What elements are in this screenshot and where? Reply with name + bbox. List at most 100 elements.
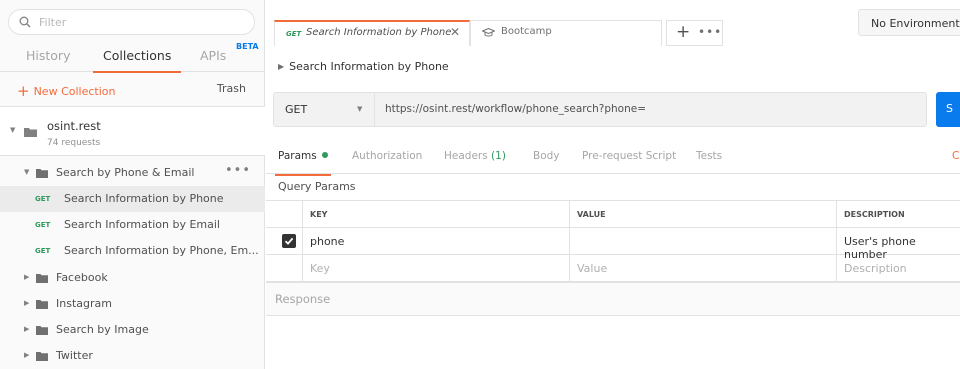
beta-badge: BETA bbox=[236, 42, 259, 51]
breadcrumb[interactable]: ▶ Search Information by Phone bbox=[278, 60, 449, 73]
folder-icon bbox=[24, 128, 37, 137]
folder-search-phone-email[interactable]: ▼ Search by Phone & Email ••• bbox=[0, 160, 265, 186]
tab-headers-label: Headers bbox=[444, 150, 488, 162]
request-label: Search Information by Phone bbox=[64, 192, 224, 205]
plus-icon: + bbox=[17, 82, 30, 100]
new-collection-label: New Collection bbox=[33, 85, 116, 98]
new-key-input[interactable]: Key bbox=[302, 255, 569, 281]
graduation-cap-icon bbox=[482, 28, 495, 37]
params-table: KEY VALUE DESCRIPTION phone User's phone… bbox=[266, 200, 960, 282]
tab-apis[interactable]: APIs BETA bbox=[200, 42, 259, 63]
tab-pre-request-script[interactable]: Pre-request Script bbox=[582, 150, 676, 162]
close-icon[interactable]: ✕ bbox=[450, 25, 460, 39]
value-placeholder: Value bbox=[577, 262, 608, 275]
param-checkbox[interactable] bbox=[282, 234, 296, 248]
param-description-cell[interactable]: User's phone number bbox=[836, 228, 960, 261]
response-panel-header[interactable]: Response bbox=[266, 282, 960, 316]
tab-history[interactable]: History bbox=[26, 48, 70, 63]
url-input[interactable]: https://osint.rest/workflow/phone_search… bbox=[385, 103, 646, 115]
request-tab-active[interactable]: GET Search Information by Phone ✕ bbox=[274, 20, 470, 46]
request-tab-bootcamp[interactable]: Bootcamp bbox=[470, 20, 662, 46]
more-icon[interactable]: ••• bbox=[698, 25, 722, 39]
trash-button[interactable]: Trash bbox=[217, 82, 246, 95]
new-tab-button[interactable]: + bbox=[676, 22, 690, 42]
sidebar: Filter History Collections APIs BETA + New… bbox=[0, 0, 265, 369]
param-key-cell[interactable]: phone bbox=[302, 228, 569, 254]
tab-tests[interactable]: Tests bbox=[696, 150, 722, 162]
tab-params-label: Params bbox=[278, 150, 317, 162]
caret-right-icon: ▶ bbox=[24, 273, 30, 281]
tab-collections[interactable]: Collections bbox=[92, 48, 182, 73]
method-badge: GET bbox=[286, 30, 302, 38]
folder-facebook[interactable]: ▶ Facebook bbox=[0, 265, 265, 291]
caret-down-icon: ▼ bbox=[10, 126, 16, 134]
method-select[interactable]: GET ▼ bbox=[274, 93, 375, 126]
main-panel: GET Search Information by Phone ✕ Bootca… bbox=[266, 0, 960, 369]
caret-right-icon: ▶ bbox=[24, 351, 30, 359]
description-placeholder: Description bbox=[844, 262, 907, 275]
breadcrumb-title: Search Information by Phone bbox=[289, 60, 449, 73]
request-tab-bar: GET Search Information by Phone ✕ Bootca… bbox=[266, 0, 960, 46]
tab-actions: + ••• bbox=[666, 20, 723, 46]
caret-right-icon: ▶ bbox=[24, 325, 30, 333]
sidebar-tabs: History Collections APIs BETA bbox=[0, 38, 265, 73]
folder-label: Facebook bbox=[56, 271, 108, 284]
headers-count: (1) bbox=[491, 150, 506, 162]
folder-icon bbox=[36, 352, 48, 361]
response-label: Response bbox=[275, 292, 331, 306]
tab-title: Search Information by Phone bbox=[306, 27, 452, 38]
column-description: DESCRIPTION bbox=[844, 210, 905, 219]
folder-search-by-image[interactable]: ▶ Search by Image bbox=[0, 317, 265, 343]
folder-icon bbox=[36, 300, 48, 309]
column-key: KEY bbox=[310, 210, 328, 219]
folder-icon bbox=[36, 274, 48, 283]
folder-icon bbox=[36, 169, 48, 178]
tab-authorization[interactable]: Authorization bbox=[352, 150, 422, 162]
folder-label: Search by Image bbox=[56, 323, 149, 336]
key-placeholder: Key bbox=[310, 262, 330, 275]
new-collection-button[interactable]: + New Collection bbox=[17, 82, 115, 100]
tab-headers[interactable]: Headers (1) bbox=[444, 150, 506, 162]
filter-input[interactable]: Filter bbox=[8, 9, 255, 35]
folder-twitter[interactable]: ▶ Twitter bbox=[0, 343, 265, 369]
param-value-cell[interactable] bbox=[569, 228, 836, 254]
folder-icon bbox=[36, 326, 48, 335]
collection-osint-rest[interactable]: ▼ osint.rest 74 requests bbox=[0, 106, 265, 156]
folder-instagram[interactable]: ▶ Instagram bbox=[0, 291, 265, 317]
tab-apis-label: APIs bbox=[200, 48, 227, 63]
request-item[interactable]: GET Search Information by Phone bbox=[0, 186, 265, 212]
more-icon[interactable]: ••• bbox=[225, 163, 251, 178]
method-badge: GET bbox=[35, 195, 51, 203]
send-label: S bbox=[946, 102, 953, 115]
table-row-new: Key Value Description bbox=[266, 255, 960, 282]
table-row: phone User's phone number bbox=[266, 228, 960, 261]
environment-select[interactable]: No Environment bbox=[858, 9, 960, 36]
caret-down-icon: ▼ bbox=[24, 168, 30, 176]
send-button[interactable]: S bbox=[936, 92, 960, 127]
checkmark-icon bbox=[284, 237, 294, 245]
request-item[interactable]: GET Search Information by Email bbox=[0, 212, 265, 238]
tab-body[interactable]: Body bbox=[533, 150, 560, 162]
request-item[interactable]: GET Search Information by Phone, Em... bbox=[0, 238, 265, 264]
method-badge: GET bbox=[35, 221, 51, 229]
request-config-tabs: Params Authorization Headers (1) Body Pr… bbox=[266, 140, 960, 176]
method-badge: GET bbox=[35, 247, 51, 255]
chevron-down-icon: ▼ bbox=[357, 105, 363, 113]
tab-title: Bootcamp bbox=[501, 26, 552, 37]
environment-label: No Environment bbox=[871, 17, 960, 30]
params-indicator-dot bbox=[321, 152, 328, 158]
folder-label: Search by Phone & Email bbox=[56, 166, 195, 179]
request-label: Search Information by Email bbox=[64, 218, 220, 231]
tab-params[interactable]: Params bbox=[275, 150, 331, 176]
request-label: Search Information by Phone, Em... bbox=[64, 244, 259, 257]
search-icon bbox=[19, 16, 31, 28]
new-description-input[interactable]: Description bbox=[836, 255, 960, 281]
query-params-title: Query Params bbox=[278, 180, 356, 193]
caret-right-icon: ▶ bbox=[24, 299, 30, 307]
cookies-link[interactable]: C bbox=[952, 150, 959, 162]
collection-count: 74 requests bbox=[47, 138, 101, 148]
new-value-input[interactable]: Value bbox=[569, 255, 836, 281]
folder-label: Twitter bbox=[56, 349, 93, 362]
caret-right-icon: ▶ bbox=[278, 62, 285, 71]
filter-placeholder: Filter bbox=[39, 16, 67, 29]
